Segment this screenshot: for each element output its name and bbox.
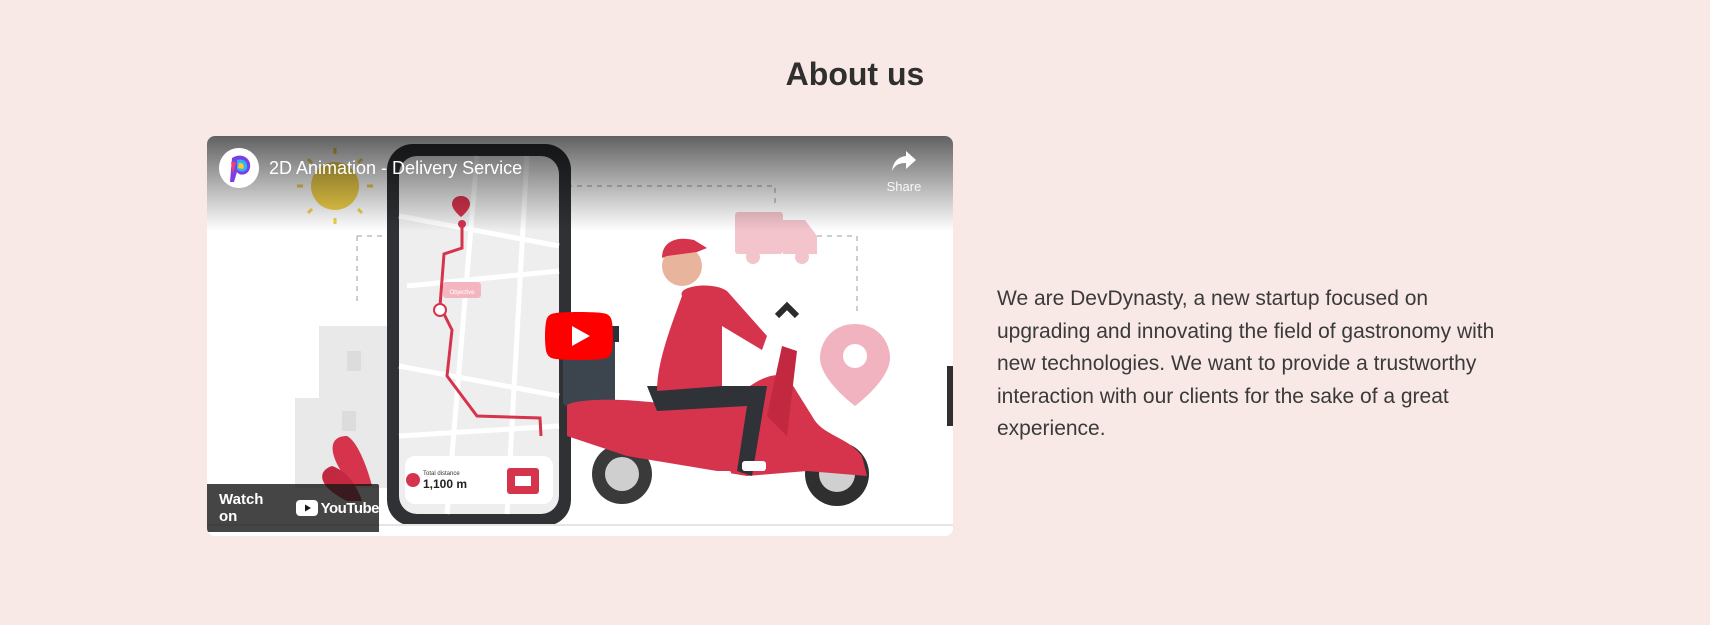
share-button[interactable]: Share xyxy=(879,150,929,194)
svg-text:Objective: Objective xyxy=(449,290,475,296)
video-title[interactable]: 2D Animation - Delivery Service xyxy=(269,158,522,179)
youtube-wordmark: YouTube xyxy=(320,499,380,517)
section-title: About us xyxy=(785,56,925,92)
share-label: Share xyxy=(886,179,922,194)
about-description: We are DevDynasty, a new startup focused… xyxy=(997,287,1495,440)
share-icon xyxy=(892,151,916,171)
video-embed[interactable]: Objective Total distance 1,100 m 2D Anim… xyxy=(207,136,953,536)
youtube-icon xyxy=(295,500,318,516)
svg-text:1,100 m: 1,100 m xyxy=(423,477,467,491)
youtube-logo: YouTube xyxy=(295,499,380,517)
channel-avatar[interactable] xyxy=(219,148,259,188)
watch-on-label: Watch on xyxy=(219,491,264,525)
watch-on-youtube-button[interactable]: Watch on YouTube xyxy=(207,484,380,532)
channel-logo-icon xyxy=(219,148,259,188)
play-icon xyxy=(545,312,613,360)
title-overlay xyxy=(207,136,953,231)
play-button[interactable] xyxy=(545,312,613,360)
